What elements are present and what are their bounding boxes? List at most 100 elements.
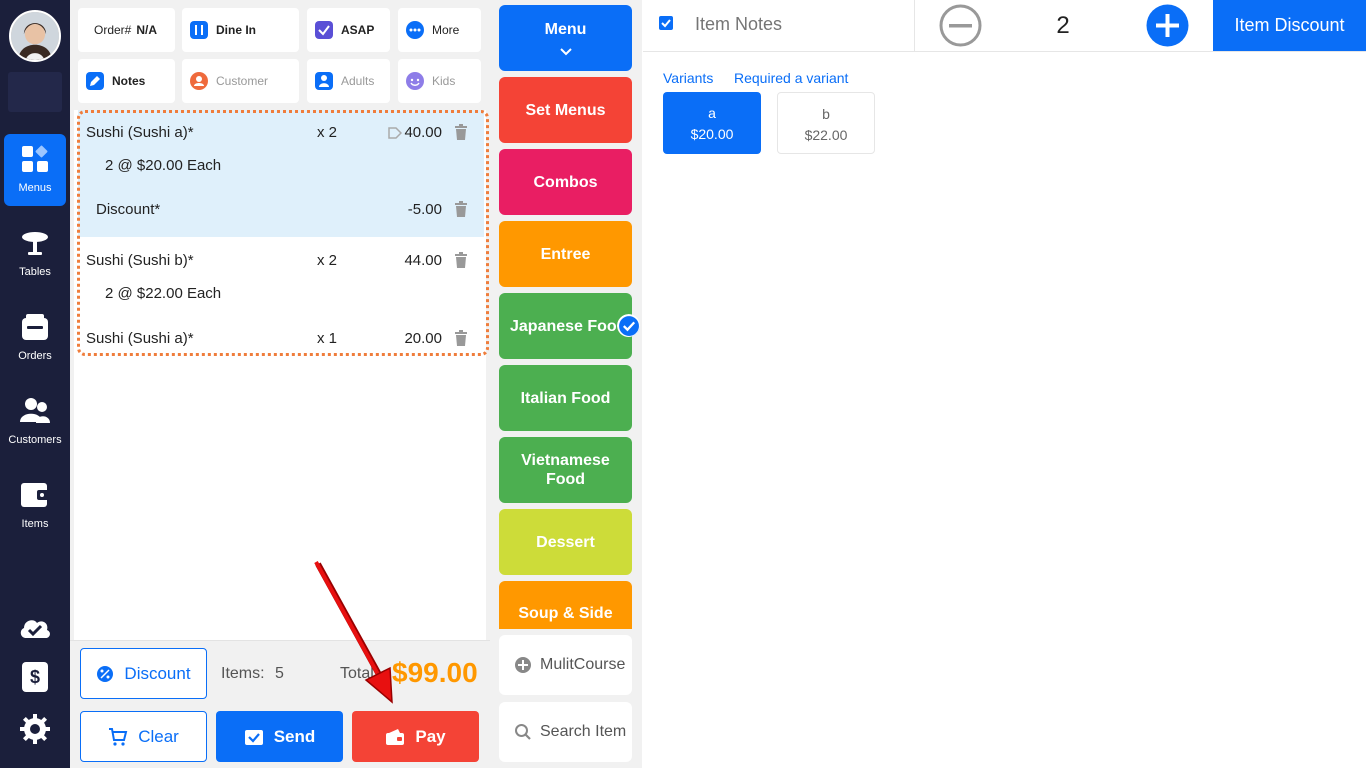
item-name: Sushi (Sushi b)* — [86, 252, 194, 269]
item-detail-topbar: 2 Item Discount — [643, 0, 1366, 52]
order-list: Sushi (Sushi a)* x 2 40.00 2 @ $20.00 Ea… — [74, 110, 489, 640]
user-photo-icon — [11, 12, 59, 60]
trash-icon[interactable] — [454, 201, 468, 217]
menus-icon — [22, 145, 48, 172]
sidebar-item-menus[interactable]: Menus — [4, 134, 66, 206]
category-set-menus[interactable]: Set Menus — [499, 77, 632, 143]
minus-circle-icon[interactable] — [939, 4, 982, 47]
customer-label: Customer — [216, 74, 269, 88]
notes-checkbox[interactable] — [659, 16, 673, 30]
discount-line-name: Discount* — [96, 201, 161, 218]
edit-icon — [86, 72, 104, 90]
orders-icon — [22, 314, 48, 340]
category-label: Soup & Side — [518, 605, 613, 622]
sidebar-item-label: Menus — [18, 182, 52, 194]
variant-option-a[interactable]: a $20.00 — [663, 92, 761, 154]
adult-icon — [315, 72, 333, 90]
items-icon — [21, 483, 49, 507]
discount-label: Discount — [124, 663, 191, 683]
item-amount: 20.00 — [404, 330, 442, 347]
search-item-button[interactable]: Search Item — [499, 702, 632, 762]
sidebar-item-tables[interactable]: Tables — [4, 218, 66, 290]
sidebar-item-label: Customers — [8, 434, 62, 446]
item-notes-input[interactable] — [695, 14, 905, 35]
item-amount: 44.00 — [404, 252, 442, 269]
dine-in-chip[interactable]: Dine In — [182, 8, 299, 52]
order-number-chip[interactable]: Order# N/A — [78, 8, 175, 52]
pay-button[interactable]: Pay — [352, 711, 479, 762]
dollar-device-icon[interactable]: $ — [18, 660, 52, 694]
multicourse-button[interactable]: MulitCourse — [499, 635, 632, 695]
category-combos[interactable]: Combos — [499, 149, 632, 215]
plus-circle-icon[interactable] — [1146, 4, 1189, 47]
category-dessert[interactable]: Dessert — [499, 509, 632, 575]
store-logo-placeholder — [8, 72, 62, 112]
sidebar: Menus Tables Orders Customers Items $ — [0, 0, 70, 768]
clear-label: Clear — [138, 726, 179, 746]
category-label: Set Menus — [525, 101, 606, 119]
category-label: Italian Food — [520, 389, 611, 407]
category-japanese-food[interactable]: Japanese Food — [499, 293, 632, 359]
clear-button[interactable]: Clear — [80, 711, 207, 762]
category-label: Vietnamese Food — [521, 452, 610, 488]
adults-label: Adults — [341, 74, 375, 88]
cart-icon — [109, 727, 128, 746]
order-line-3[interactable]: Sushi (Sushi a)* x 1 20.00 — [78, 315, 484, 355]
item-discount-button[interactable]: Item Discount — [1213, 0, 1366, 51]
cloud-check-icon[interactable] — [18, 610, 52, 644]
send-label: Send — [273, 726, 316, 746]
more-chip[interactable]: More — [398, 8, 481, 52]
discount-button[interactable]: Discount — [80, 648, 207, 699]
category-label: Dessert — [536, 533, 595, 551]
chevron-down-icon — [559, 47, 572, 55]
variant-option-b[interactable]: b $22.00 — [777, 92, 875, 154]
order-line-1[interactable]: Sushi (Sushi a)* x 2 40.00 2 @ $20.00 Ea… — [78, 110, 484, 237]
order-summary: Discount Items: 5 Total $99.00 — [70, 640, 490, 704]
trash-icon[interactable] — [454, 124, 468, 140]
order-panel: Order# N/A Dine In ASAP More Notes Custo… — [70, 0, 490, 768]
quantity-value: 2 — [1056, 12, 1070, 39]
category-soup-side[interactable]: Soup & Side — [499, 581, 632, 629]
category-entree[interactable]: Entree — [499, 221, 632, 287]
asap-label: ASAP — [341, 23, 375, 37]
send-button[interactable]: Send — [216, 711, 343, 762]
asap-chip[interactable]: ASAP — [307, 8, 390, 52]
item-name: Sushi (Sushi a)* — [86, 124, 194, 141]
required-variant-label: Required a variant — [734, 70, 849, 86]
avatar[interactable] — [9, 10, 61, 62]
customer-chip[interactable]: Customer — [182, 59, 299, 103]
more-label: More — [432, 23, 460, 37]
item-name: Sushi (Sushi a)* — [86, 330, 194, 347]
order-line-2[interactable]: Sushi (Sushi b)* x 2 44.00 2 @ $22.00 Ea… — [78, 237, 484, 315]
category-menu[interactable]: Menu — [499, 5, 632, 71]
category-italian-food[interactable]: Italian Food — [499, 365, 632, 431]
sidebar-item-orders[interactable]: Orders — [4, 302, 66, 374]
category-label: Combos — [533, 173, 598, 191]
variant-price: $22.00 — [804, 127, 848, 143]
adults-chip[interactable]: Adults — [307, 59, 390, 103]
sidebar-item-label: Items — [21, 518, 49, 530]
items-count-value: 5 — [275, 665, 284, 682]
gear-icon[interactable] — [18, 712, 52, 746]
items-count-label: Items: — [221, 665, 265, 682]
divider — [914, 0, 915, 52]
total-label: Total — [340, 665, 374, 682]
item-qty: x 2 — [317, 252, 338, 269]
dine-in-label: Dine In — [216, 23, 257, 37]
sidebar-item-label: Tables — [19, 266, 51, 278]
plus-circle-icon — [515, 657, 531, 673]
variant-price: $20.00 — [690, 126, 734, 142]
trash-icon[interactable] — [454, 252, 468, 268]
search-icon — [515, 724, 531, 740]
notes-chip[interactable]: Notes — [78, 59, 175, 103]
item-each: 2 @ $22.00 Each — [105, 285, 222, 302]
sidebar-item-items[interactable]: Items — [4, 470, 66, 542]
order-number-label: Order# — [94, 23, 132, 37]
sidebar-item-customers[interactable]: Customers — [4, 386, 66, 458]
trash-icon[interactable] — [454, 330, 468, 346]
kids-chip[interactable]: Kids — [398, 59, 481, 103]
send-check-icon — [244, 729, 263, 745]
category-label: Japanese Food — [510, 317, 627, 335]
item-qty: x 1 — [317, 330, 338, 347]
category-vietnamese-food[interactable]: Vietnamese Food — [499, 437, 632, 503]
